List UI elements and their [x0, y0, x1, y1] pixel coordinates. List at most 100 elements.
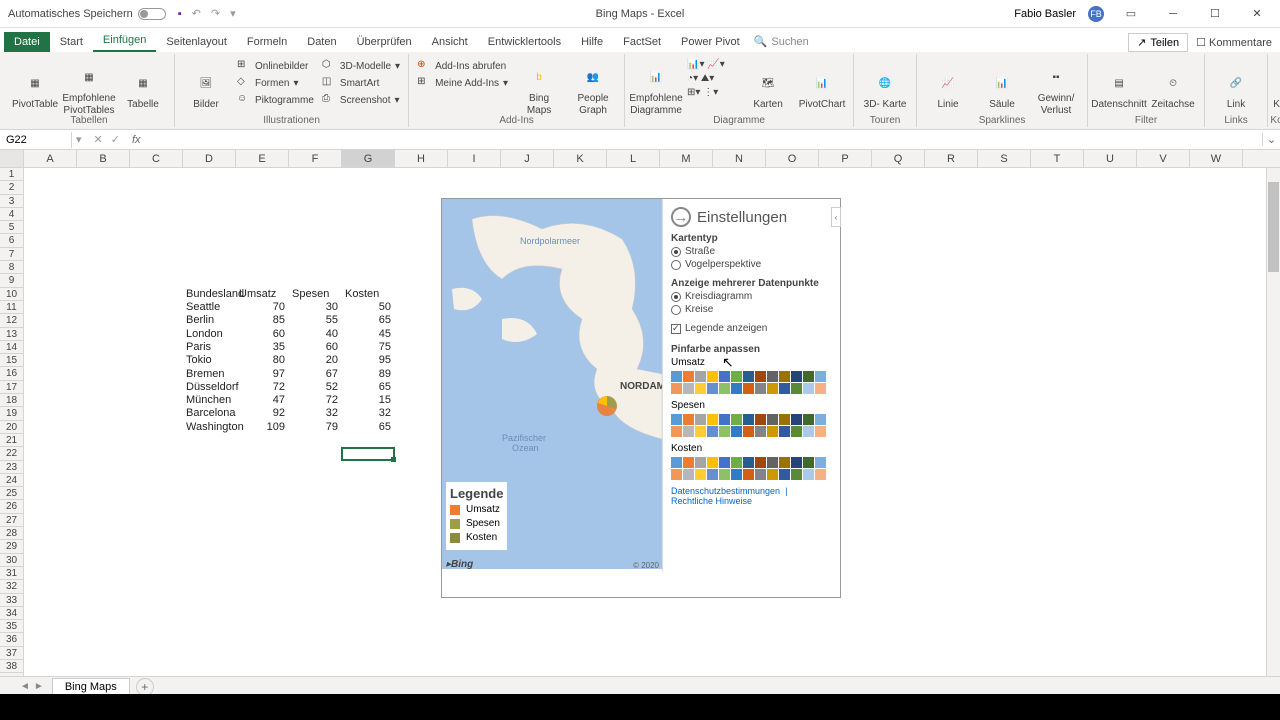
column-header[interactable]: K: [554, 150, 607, 167]
row-header[interactable]: 21: [0, 434, 23, 447]
cell[interactable]: 79: [289, 421, 341, 434]
row-header[interactable]: 2: [0, 181, 23, 194]
color-swatch[interactable]: [791, 426, 802, 437]
row-header[interactable]: 23: [0, 461, 23, 474]
color-swatch[interactable]: [755, 426, 766, 437]
color-swatch[interactable]: [731, 371, 742, 382]
color-swatch[interactable]: [707, 469, 718, 480]
row-header[interactable]: 11: [0, 301, 23, 314]
color-swatch[interactable]: [815, 457, 826, 468]
tab-help[interactable]: Hilfe: [571, 32, 613, 52]
cell[interactable]: 32: [342, 407, 394, 420]
color-swatch[interactable]: [791, 469, 802, 480]
color-swatch[interactable]: [719, 469, 730, 480]
tab-powerpivot[interactable]: Power Pivot: [671, 32, 750, 52]
chart-type-button[interactable]: ⊞▾ ⋮▾: [685, 86, 739, 99]
cell[interactable]: 67: [289, 368, 341, 381]
cell[interactable]: 65: [342, 421, 394, 434]
autosave-toggle[interactable]: Automatisches Speichern: [8, 8, 166, 20]
column-header[interactable]: G: [342, 150, 395, 167]
row-header[interactable]: 1: [0, 168, 23, 181]
color-swatch[interactable]: [779, 457, 790, 468]
color-swatch[interactable]: [803, 383, 814, 394]
column-header[interactable]: V: [1137, 150, 1190, 167]
color-swatch[interactable]: [743, 414, 754, 425]
row-header[interactable]: 31: [0, 567, 23, 580]
column-header[interactable]: Q: [872, 150, 925, 167]
color-swatch[interactable]: [803, 469, 814, 480]
column-header[interactable]: U: [1084, 150, 1137, 167]
color-swatch[interactable]: [671, 457, 682, 468]
cell[interactable]: 85: [236, 314, 288, 327]
color-swatch[interactable]: [815, 383, 826, 394]
color-swatch[interactable]: [683, 371, 694, 382]
color-swatch[interactable]: [779, 469, 790, 480]
color-swatch[interactable]: [755, 414, 766, 425]
color-swatch[interactable]: [815, 469, 826, 480]
color-swatch[interactable]: [767, 469, 778, 480]
color-swatch[interactable]: [779, 414, 790, 425]
color-swatch[interactable]: [731, 457, 742, 468]
color-swatch[interactable]: [815, 371, 826, 382]
cell[interactable]: Spesen: [289, 288, 341, 301]
color-swatch[interactable]: [671, 371, 682, 382]
tab-factset[interactable]: FactSet: [613, 32, 671, 52]
chart-type-button[interactable]: 📊▾ 📈▾: [685, 58, 739, 71]
column-header[interactable]: C: [130, 150, 183, 167]
cell[interactable]: 70: [236, 301, 288, 314]
column-header[interactable]: N: [713, 150, 766, 167]
cell[interactable]: 75: [342, 341, 394, 354]
cell[interactable]: 40: [289, 328, 341, 341]
row-header[interactable]: 18: [0, 394, 23, 407]
legal-link[interactable]: Rechtliche Hinweise: [671, 496, 752, 506]
show-legend-checkbox[interactable]: Legende anzeigen: [671, 323, 832, 334]
row-header[interactable]: 27: [0, 514, 23, 527]
cell[interactable]: Umsatz: [236, 288, 288, 301]
sheet-nav-prev-icon[interactable]: ◄: [20, 681, 30, 692]
cell[interactable]: 60: [236, 328, 288, 341]
row-header[interactable]: 28: [0, 527, 23, 540]
color-palette-kosten[interactable]: [671, 457, 826, 480]
color-swatch[interactable]: [803, 414, 814, 425]
save-icon[interactable]: ▪: [178, 8, 182, 20]
cell[interactable]: 45: [342, 328, 394, 341]
row-header[interactable]: 10: [0, 288, 23, 301]
color-swatch[interactable]: [671, 469, 682, 480]
color-swatch[interactable]: [671, 426, 682, 437]
cell[interactable]: 32: [289, 407, 341, 420]
formula-bar[interactable]: [145, 138, 1262, 142]
color-swatch[interactable]: [707, 371, 718, 382]
column-header[interactable]: R: [925, 150, 978, 167]
smartart-button[interactable]: ◫SmartArt: [320, 75, 402, 91]
color-swatch[interactable]: [743, 457, 754, 468]
color-swatch[interactable]: [683, 383, 694, 394]
color-swatch[interactable]: [743, 469, 754, 480]
maptype-aerial-radio[interactable]: Vogelperspektive: [671, 259, 832, 270]
fx-icon[interactable]: fx: [128, 134, 145, 146]
cell[interactable]: 15: [342, 394, 394, 407]
color-swatch[interactable]: [743, 426, 754, 437]
cell[interactable]: Düsseldorf: [183, 381, 235, 394]
column-header[interactable]: W: [1190, 150, 1243, 167]
share-button[interactable]: ↗Teilen: [1128, 33, 1188, 52]
cell[interactable]: 72: [289, 394, 341, 407]
cell[interactable]: Washington: [183, 421, 235, 434]
cell[interactable]: 30: [289, 301, 341, 314]
color-swatch[interactable]: [695, 371, 706, 382]
enter-formula-icon[interactable]: ✓: [111, 133, 120, 146]
sheet-tab[interactable]: Bing Maps: [52, 678, 130, 695]
row-header[interactable]: 9: [0, 274, 23, 287]
cell[interactable]: Tokio: [183, 354, 235, 367]
row-header[interactable]: 26: [0, 500, 23, 513]
cell[interactable]: 20: [289, 354, 341, 367]
color-swatch[interactable]: [707, 383, 718, 394]
add-sheet-button[interactable]: +: [136, 678, 154, 696]
color-swatch[interactable]: [695, 469, 706, 480]
color-swatch[interactable]: [767, 426, 778, 437]
cell[interactable]: 65: [342, 314, 394, 327]
column-header[interactable]: A: [24, 150, 77, 167]
tab-developer[interactable]: Entwicklertools: [478, 32, 571, 52]
row-header[interactable]: 25: [0, 487, 23, 500]
get-addins-button[interactable]: ⊕Add-Ins abrufen: [415, 58, 510, 74]
row-header[interactable]: 19: [0, 407, 23, 420]
